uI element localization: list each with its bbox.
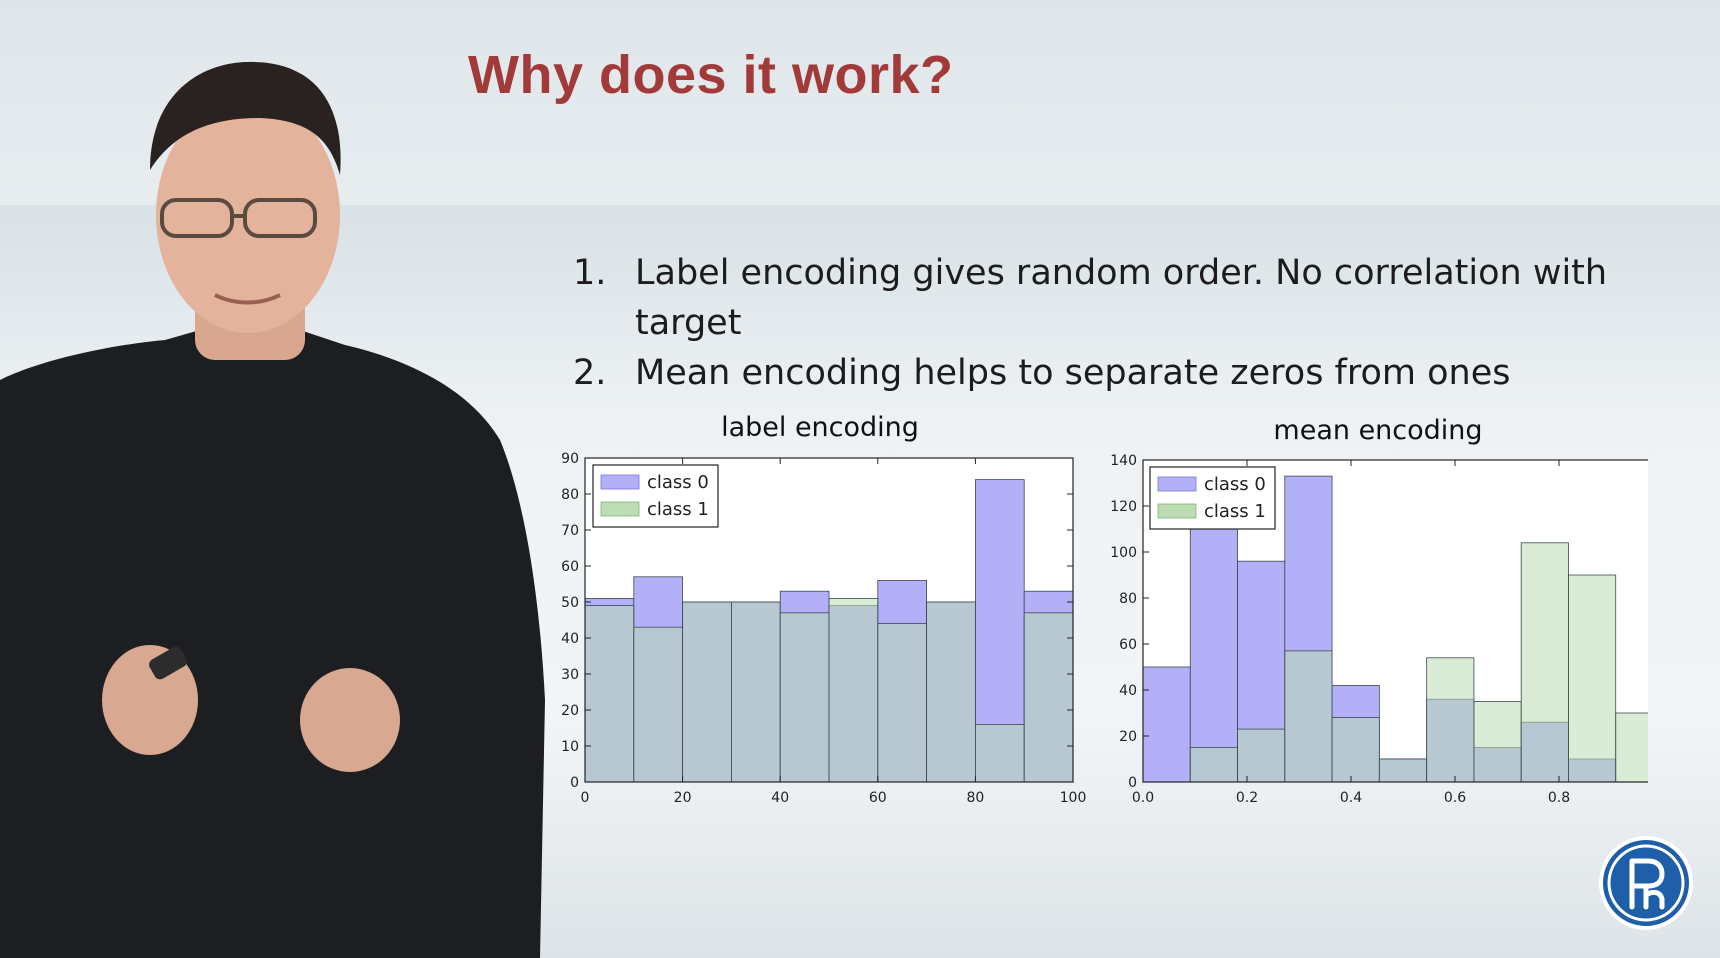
- x-tick-label: 20: [674, 790, 692, 806]
- y-tick-label: 60: [561, 559, 579, 575]
- x-tick-label: 0.0: [1132, 790, 1154, 806]
- histogram-bar-class1: [730, 601, 781, 783]
- histogram-bar-class1: [1520, 542, 1569, 783]
- chart-title: label encoding: [721, 415, 919, 443]
- legend-swatch-class0: [600, 474, 640, 490]
- bullet-number: 1.: [573, 253, 607, 293]
- x-tick-label: 60: [869, 790, 887, 806]
- y-tick-label: 100: [1110, 545, 1137, 561]
- x-tick-label: 0.8: [1548, 790, 1570, 806]
- legend-label: class 1: [647, 499, 709, 520]
- y-tick-label: 0: [570, 775, 579, 791]
- y-tick-label: 10: [561, 739, 579, 755]
- chart-title: mean encoding: [1273, 418, 1482, 446]
- x-tick-label: 0.2: [1236, 790, 1258, 806]
- y-tick-label: 120: [1110, 499, 1137, 515]
- university-logo: [1599, 836, 1693, 930]
- chart-label-encoding: label encoding 0 20 40 60 80 100 0 10 20 30 40 50 60…: [555, 412, 1095, 815]
- histogram-bar-class1: [974, 723, 1025, 783]
- chart-mean-encoding: mean encoding 0.00.20.40.60.81.002040608…: [1108, 415, 1674, 818]
- histogram-bar-class1: [1189, 747, 1238, 783]
- histogram-bar-class1: [828, 597, 879, 783]
- histogram-bar-class1: [1568, 574, 1617, 783]
- bullet-item: 2. Mean encoding helps to separate zeros…: [573, 348, 1633, 398]
- x-tick-label: 80: [966, 790, 984, 806]
- chart-mean-encoding-svg: mean encoding 0.00.20.40.60.81.002040608…: [1110, 415, 1674, 806]
- histogram-bar-class1: [1237, 728, 1286, 783]
- legend-swatch-class1: [600, 501, 640, 517]
- histogram-bar-class1: [1023, 612, 1074, 783]
- presenter-figure: [0, 61, 545, 958]
- y-tick-label: 20: [1119, 729, 1137, 745]
- x-tick-label: 0.4: [1340, 790, 1362, 806]
- y-tick-label: 20: [561, 703, 579, 719]
- histogram-bar-class0: [1142, 666, 1191, 783]
- histogram-bar-class1: [1426, 657, 1475, 783]
- y-tick-label: 140: [1110, 453, 1137, 469]
- histogram-bar-class1: [633, 626, 684, 783]
- histogram-bar-class1: [1378, 758, 1428, 783]
- x-tick-label: 100: [1060, 790, 1087, 806]
- legend-swatch-class1: [1157, 503, 1197, 519]
- legend-label: class 0: [1204, 474, 1266, 495]
- x-tick-label: 40: [771, 790, 789, 806]
- bullet-list: 1. Label encoding gives random order. No…: [573, 248, 1633, 398]
- histogram-bar-class1: [779, 612, 830, 783]
- chart-legend: class 0 class 1: [1149, 466, 1276, 530]
- histogram-bar-class1: [926, 601, 976, 783]
- histogram-bar-class1: [584, 605, 635, 783]
- y-tick-label: 30: [561, 667, 579, 683]
- y-tick-label: 40: [561, 631, 579, 647]
- y-tick-label: 60: [1119, 637, 1137, 653]
- bullet-text: Mean encoding helps to separate zeros fr…: [635, 353, 1511, 393]
- bullet-number: 2.: [573, 353, 607, 393]
- x-tick-label: 0: [581, 790, 590, 806]
- y-tick-label: 80: [561, 487, 579, 503]
- histogram-bar-class1: [1284, 650, 1333, 783]
- histogram-bar-class1: [1615, 712, 1664, 783]
- y-tick-label: 0: [1128, 775, 1137, 791]
- chart-legend: class 0 class 1: [592, 464, 719, 528]
- x-tick-label: 0.6: [1444, 790, 1466, 806]
- y-tick-label: 80: [1119, 591, 1137, 607]
- legend-label: class 0: [647, 472, 709, 493]
- y-tick-label: 40: [1119, 683, 1137, 699]
- histogram-bar-class1: [682, 601, 732, 783]
- histogram-bar-class1: [1473, 701, 1522, 783]
- legend-label: class 1: [1204, 501, 1266, 522]
- bullet-item: 1. Label encoding gives random order. No…: [573, 248, 1633, 348]
- chart-label-encoding-svg: label encoding 0 20 40 60 80 100 0 10 20 30 40 50 60…: [561, 412, 1087, 806]
- y-tick-label: 70: [561, 523, 579, 539]
- y-tick-label: 50: [561, 595, 579, 611]
- bullet-text: Label encoding gives random order. No co…: [635, 253, 1608, 343]
- histogram-bar-class1: [877, 623, 927, 783]
- legend-swatch-class0: [1157, 476, 1197, 492]
- histogram-bar-class1: [1331, 717, 1380, 783]
- y-tick-label: 90: [561, 451, 579, 467]
